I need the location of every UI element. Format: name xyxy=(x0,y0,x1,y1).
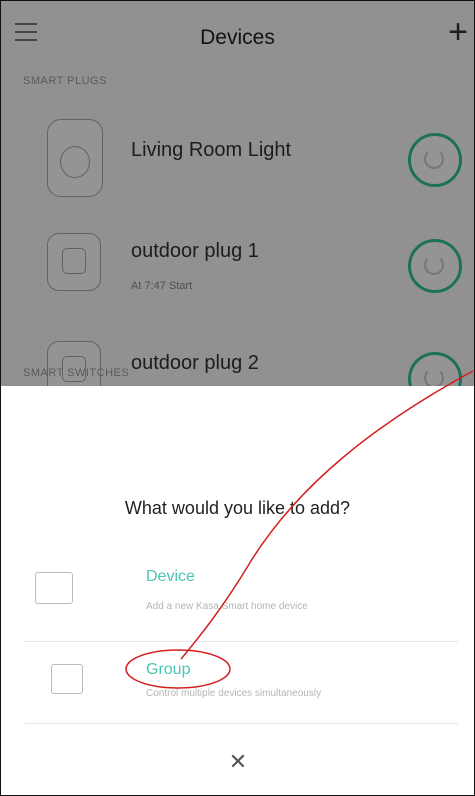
sheet-title: What would you like to add? xyxy=(124,498,351,518)
divider xyxy=(25,641,458,642)
option-description-device: Add a new Kasa Smart home device xyxy=(146,601,308,612)
add-device-option[interactable]: Device Add a new Kasa Smart home device xyxy=(1,564,474,644)
option-label-device: Device xyxy=(146,568,195,585)
close-x-icon[interactable]: ✕ xyxy=(227,751,249,773)
option-label-group: Group xyxy=(146,661,191,678)
modal-backdrop[interactable] xyxy=(1,1,474,386)
option-description-group: Control multiple devices simultaneously xyxy=(146,688,322,699)
divider xyxy=(25,723,458,724)
group-stack-icon xyxy=(51,664,83,694)
add-group-option[interactable]: Group Control multiple devices simultane… xyxy=(1,646,474,726)
device-outlet-icon xyxy=(35,572,73,604)
app-frame: Devices + SMART PLUGS Living Room Light … xyxy=(0,0,475,796)
